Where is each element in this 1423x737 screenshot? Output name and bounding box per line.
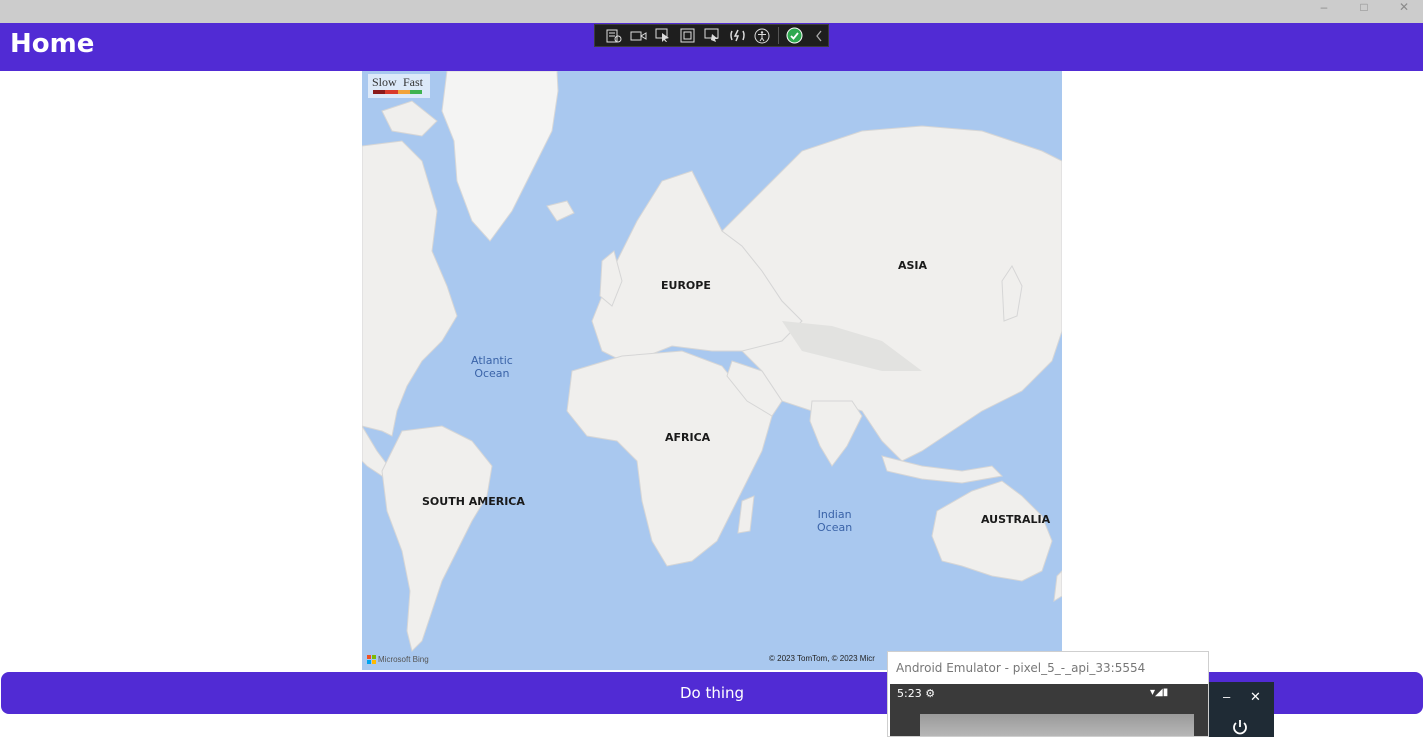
page-title: Home xyxy=(10,29,95,59)
traffic-legend: Slow Fast xyxy=(368,74,430,98)
new-zealand-land xyxy=(1053,570,1062,602)
accessibility-icon[interactable] xyxy=(753,27,771,44)
label-australia: AUSTRALIA xyxy=(981,513,1051,526)
atlantic-line2: Ocean xyxy=(474,367,510,380)
emulator-title: Android Emulator - pixel_5_-_api_33:5554 xyxy=(896,661,1146,675)
india-land xyxy=(809,400,863,467)
label-indian-ocean: Indian Ocean xyxy=(817,508,852,534)
emulator-app-content[interactable] xyxy=(920,714,1194,736)
bing-attribution: Microsoft Bing xyxy=(367,655,429,664)
indonesia-land xyxy=(881,455,1004,484)
debug-toolbar xyxy=(594,24,829,47)
legend-swatch-fast xyxy=(409,90,422,94)
label-atlantic-ocean: Atlantic Ocean xyxy=(471,354,513,380)
emulator-close-button[interactable]: ✕ xyxy=(1250,689,1261,705)
world-map[interactable]: Slow Fast EUROPE ASIA AFRICA SOUTH AMERI… xyxy=(362,71,1062,670)
display-layout-adorners-icon[interactable] xyxy=(679,27,697,44)
iceland-land xyxy=(546,200,575,222)
indian-line1: Indian xyxy=(817,508,852,521)
atlantic-line1: Atlantic xyxy=(471,354,513,367)
live-visual-tree-icon[interactable] xyxy=(605,27,623,44)
settings-gear-icon: ⚙ xyxy=(925,687,936,700)
legend-swatch-slow xyxy=(385,90,398,94)
maximize-window-button[interactable]: □ xyxy=(1344,0,1384,14)
android-emulator-window[interactable]: Android Emulator - pixel_5_-_api_33:5554… xyxy=(887,651,1209,737)
north-america-land xyxy=(362,140,458,437)
map-copyright: © 2023 TomTom, © 2023 Micr xyxy=(769,654,875,663)
minimize-window-button[interactable]: – xyxy=(1304,0,1344,14)
hot-reload-icon[interactable] xyxy=(728,27,746,44)
australia-land xyxy=(931,480,1053,582)
legend-fast-label: Fast xyxy=(403,75,424,89)
legend-swatch-slowest xyxy=(373,90,386,94)
close-window-button[interactable]: ✕ xyxy=(1384,0,1423,14)
greenland-land xyxy=(441,71,559,242)
label-europe: EUROPE xyxy=(661,279,711,292)
map-landmass-svg xyxy=(362,71,1062,652)
emulator-minimize-button[interactable]: – xyxy=(1223,689,1230,704)
microsoft-logo-icon xyxy=(367,655,376,664)
indian-line2: Ocean xyxy=(817,521,853,534)
bing-brand-label: Microsoft Bing xyxy=(378,655,429,664)
signal-battery-icon: ▾◢▮ xyxy=(1150,687,1169,698)
label-africa: AFRICA xyxy=(665,431,711,444)
canada-islands-land xyxy=(381,100,438,137)
south-america-land xyxy=(381,425,493,652)
window-titlebar: – □ ✕ xyxy=(0,0,1423,23)
emulator-side-panel: – ✕ xyxy=(1209,682,1274,737)
record-icon[interactable] xyxy=(630,27,648,44)
legend-color-bar xyxy=(373,90,422,94)
power-icon[interactable] xyxy=(1230,717,1250,737)
legend-swatch-medium xyxy=(397,90,410,94)
legend-slow-label: Slow xyxy=(372,75,397,89)
label-asia: ASIA xyxy=(898,259,928,272)
emulator-status-time: 5:23 ⚙ xyxy=(897,687,936,700)
emulator-screen[interactable]: 5:23 ⚙ ▾◢▮ xyxy=(890,684,1208,736)
madagascar-land xyxy=(737,495,755,534)
collapse-chevron-icon[interactable] xyxy=(810,27,828,44)
track-focus-icon[interactable] xyxy=(704,27,722,44)
toolbar-divider xyxy=(777,27,779,44)
checkmark-icon[interactable] xyxy=(786,27,804,44)
label-south-america: SOUTH AMERICA xyxy=(422,495,525,508)
select-element-icon[interactable] xyxy=(654,27,672,44)
